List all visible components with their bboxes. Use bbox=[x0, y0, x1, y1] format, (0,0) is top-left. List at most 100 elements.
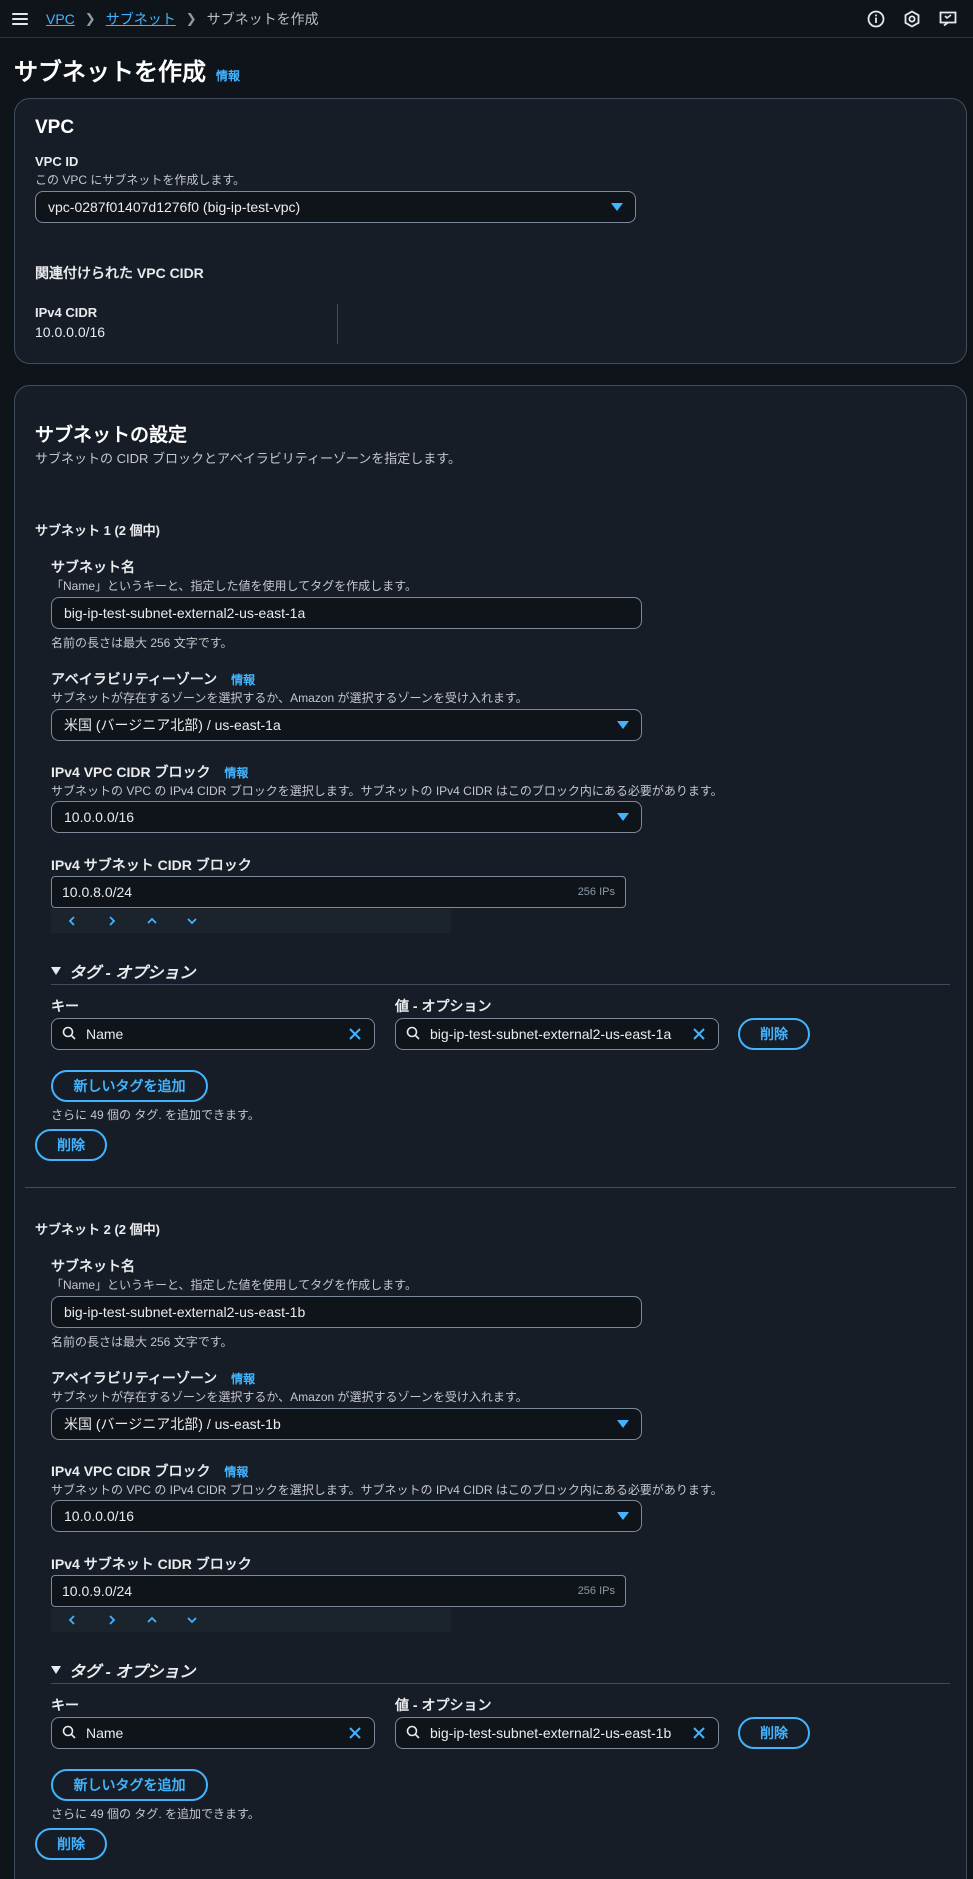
chevron-down-icon[interactable] bbox=[181, 911, 203, 931]
settings-icon[interactable] bbox=[901, 8, 923, 30]
tags-toggle[interactable]: タグ - オプション bbox=[51, 959, 195, 983]
tag-hint: さらに 49 個の タグ. を追加できます。 bbox=[51, 1807, 260, 1821]
subnet-name-hint: 名前の長さは最大 256 文字です。 bbox=[51, 1335, 233, 1349]
subnet-cidr-ips: 256 IPs bbox=[577, 886, 615, 898]
subnet-name-desc: 「Name」というキーと、指定した値を使用してタグを作成します。 bbox=[51, 1278, 417, 1292]
clear-icon[interactable] bbox=[346, 1025, 364, 1043]
remove-subnet-button[interactable]: 削除 bbox=[35, 1129, 107, 1161]
vpc-cidr-select[interactable]: 10.0.0.0/16 bbox=[51, 801, 642, 833]
chevron-left-icon[interactable] bbox=[61, 911, 83, 931]
subnet-name-label: サブネット名 bbox=[51, 1258, 135, 1274]
vpc-cidr-desc: サブネットの VPC の IPv4 CIDR ブロックを選択します。サブネットの… bbox=[51, 784, 723, 798]
info-link[interactable]: 情報 bbox=[216, 67, 240, 84]
tag-key-value: Name bbox=[86, 1725, 124, 1741]
subnet-name-value: big-ip-test-subnet-external2-us-east-1a bbox=[64, 605, 306, 621]
chevron-left-icon[interactable] bbox=[61, 1610, 83, 1630]
tag-value-input[interactable]: big-ip-test-subnet-external2-us-east-1b bbox=[395, 1717, 719, 1749]
caret-down-icon bbox=[51, 1666, 61, 1674]
ipv4-cidr-value: 10.0.0.0/16 bbox=[35, 324, 106, 340]
clear-icon[interactable] bbox=[690, 1025, 708, 1043]
tag-value-label: 値 - オプション bbox=[395, 1697, 492, 1713]
tag-key-label: キー bbox=[51, 1697, 79, 1713]
subnet-cidr-value: 10.0.8.0/24 bbox=[62, 884, 133, 900]
chevron-down-icon[interactable] bbox=[181, 1610, 203, 1630]
tag-key-label: キー bbox=[51, 998, 79, 1014]
az-info-link[interactable]: 情報 bbox=[231, 1372, 255, 1386]
add-tag-button[interactable]: 新しいタグを追加 bbox=[51, 1769, 208, 1801]
menu-icon[interactable] bbox=[12, 12, 28, 25]
breadcrumb-subnet[interactable]: サブネット bbox=[106, 9, 176, 29]
tag-key-input[interactable]: Name bbox=[51, 1717, 375, 1749]
divider bbox=[51, 1683, 950, 1684]
az-label: アベイラビリティーゾーン 情報 bbox=[51, 669, 255, 689]
az-info-link[interactable]: 情報 bbox=[231, 673, 255, 687]
subnet-name-desc: 「Name」というキーと、指定した値を使用してタグを作成します。 bbox=[51, 579, 417, 593]
vpc-id-select[interactable]: vpc-0287f01407d1276f0 (big-ip-test-vpc) bbox=[35, 191, 636, 223]
tags-toggle[interactable]: タグ - オプション bbox=[51, 1658, 195, 1682]
caret-down-icon bbox=[617, 1420, 629, 1428]
tag-remove-button[interactable]: 削除 bbox=[738, 1717, 810, 1749]
tag-hint: さらに 49 個の タグ. を追加できます。 bbox=[51, 1108, 260, 1122]
chevron-up-icon[interactable] bbox=[141, 1610, 163, 1630]
caret-down-icon bbox=[617, 1512, 629, 1520]
clear-icon[interactable] bbox=[346, 1724, 364, 1742]
vpc-id-desc: この VPC にサブネットを作成します。 bbox=[35, 173, 246, 187]
divider bbox=[337, 304, 338, 344]
tag-remove-button[interactable]: 削除 bbox=[738, 1018, 810, 1050]
tag-value-value: big-ip-test-subnet-external2-us-east-1a bbox=[430, 1026, 672, 1042]
remove-subnet-button[interactable]: 削除 bbox=[35, 1828, 107, 1860]
subnet-cidr-label: IPv4 サブネット CIDR ブロック bbox=[51, 1556, 252, 1572]
subnet-title: サブネット 1 (2 個中) bbox=[35, 523, 160, 538]
tag-value-input[interactable]: big-ip-test-subnet-external2-us-east-1a bbox=[395, 1018, 719, 1050]
breadcrumb-vpc[interactable]: VPC bbox=[46, 11, 75, 27]
chevron-up-icon[interactable] bbox=[141, 911, 163, 931]
ipv4-cidr-label: IPv4 CIDR bbox=[35, 305, 98, 320]
info-icon[interactable] bbox=[865, 8, 887, 30]
breadcrumb-current: サブネットを作成 bbox=[206, 10, 319, 27]
vpc-cidr-desc: サブネットの VPC の IPv4 CIDR ブロックを選択します。サブネットの… bbox=[51, 1483, 723, 1497]
tags-toggle-label: タグ - オプション bbox=[69, 965, 196, 982]
tag-key-input[interactable]: Name bbox=[51, 1018, 375, 1050]
caret-down-icon bbox=[617, 721, 629, 729]
vpc-cidr-info-link[interactable]: 情報 bbox=[224, 766, 248, 780]
tag-key-value: Name bbox=[86, 1026, 124, 1042]
subnet-name-input[interactable]: big-ip-test-subnet-external2-us-east-1b bbox=[51, 1296, 642, 1328]
chevron-right-icon[interactable] bbox=[101, 911, 123, 931]
az-select[interactable]: 米国 (バージニア北部) / us-east-1b bbox=[51, 1408, 642, 1440]
tags-toggle-label: タグ - オプション bbox=[69, 1664, 196, 1681]
vpc-id-label: VPC ID bbox=[35, 154, 79, 169]
cidr-stepper bbox=[51, 909, 451, 933]
breadcrumb-separator-icon: ❯ bbox=[84, 10, 96, 26]
caret-down-icon bbox=[611, 203, 623, 211]
az-select[interactable]: 米国 (バージニア北部) / us-east-1a bbox=[51, 709, 642, 741]
az-desc: サブネットが存在するゾーンを選択するか、Amazon が選択するゾーンを受け入れ… bbox=[51, 1390, 528, 1404]
subnet-name-value: big-ip-test-subnet-external2-us-east-1b bbox=[64, 1304, 306, 1320]
cidr-heading: 関連付けられた VPC CIDR bbox=[35, 265, 204, 281]
subnet-cidr-input[interactable]: 10.0.8.0/24 256 IPs bbox=[51, 876, 626, 908]
subnet-cidr-label: IPv4 サブネット CIDR ブロック bbox=[51, 857, 252, 873]
page-title-text: サブネットを作成 bbox=[14, 59, 206, 86]
breadcrumb: VPC ❯ サブネット ❯ サブネットを作成 bbox=[46, 9, 319, 29]
subnet-settings-card: サブネットの設定 サブネットの CIDR ブロックとアベイラビリティーゾーンを指… bbox=[14, 385, 967, 1879]
add-tag-button[interactable]: 新しいタグを追加 bbox=[51, 1070, 208, 1102]
az-value: 米国 (バージニア北部) / us-east-1b bbox=[64, 1416, 281, 1432]
breadcrumb-separator-icon: ❯ bbox=[185, 10, 197, 26]
feedback-icon[interactable] bbox=[937, 8, 959, 30]
search-icon bbox=[406, 1026, 420, 1043]
vpc-cidr-info-link[interactable]: 情報 bbox=[224, 1465, 248, 1479]
cidr-stepper bbox=[51, 1608, 451, 1632]
subnet-name-input[interactable]: big-ip-test-subnet-external2-us-east-1a bbox=[51, 597, 642, 629]
subnet-title: サブネット 2 (2 個中) bbox=[35, 1222, 160, 1237]
az-value: 米国 (バージニア北部) / us-east-1a bbox=[64, 717, 281, 733]
vpc-cidr-value: 10.0.0.0/16 bbox=[64, 1508, 135, 1524]
subnet-cidr-input[interactable]: 10.0.9.0/24 256 IPs bbox=[51, 1575, 626, 1607]
vpc-cidr-label-text: IPv4 VPC CIDR ブロック bbox=[51, 764, 211, 780]
subnet-name-hint: 名前の長さは最大 256 文字です。 bbox=[51, 636, 233, 650]
clear-icon[interactable] bbox=[690, 1724, 708, 1742]
vpc-cidr-label-text: IPv4 VPC CIDR ブロック bbox=[51, 1463, 211, 1479]
chevron-right-icon[interactable] bbox=[101, 1610, 123, 1630]
search-icon bbox=[62, 1026, 76, 1043]
tag-value-label: 値 - オプション bbox=[395, 998, 492, 1014]
page-title: サブネットを作成 情報 bbox=[14, 52, 240, 87]
vpc-cidr-select[interactable]: 10.0.0.0/16 bbox=[51, 1500, 642, 1532]
